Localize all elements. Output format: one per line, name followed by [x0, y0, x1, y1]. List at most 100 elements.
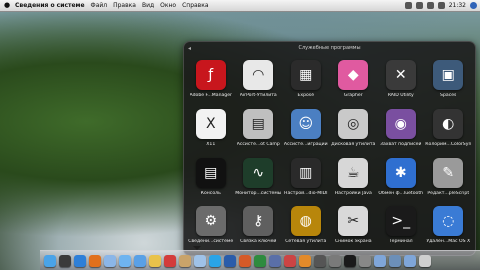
menu-clock[interactable]: 21:32 [449, 0, 466, 11]
app-icon[interactable] [284, 254, 296, 267]
stack-app-label: Связка ключей [240, 239, 277, 245]
stack-app-item[interactable]: >_ Терминал [377, 204, 425, 253]
stack-app-item[interactable]: ◌ Удален...Mac OS X [425, 204, 473, 253]
remote-install-icon: ◌ [433, 206, 464, 237]
system-profiler-icon: ⚙ [195, 206, 226, 237]
dock [40, 250, 480, 270]
skype-icon[interactable] [209, 254, 221, 267]
stack-app-label: Обмен ф...luetooth [378, 190, 424, 196]
app-icon[interactable] [359, 254, 371, 267]
menu-bar: ● Сведения о системе Файл Правка Вид Окн… [0, 0, 480, 12]
stack-app-item[interactable]: ƒ Adobe F...Manager [187, 58, 235, 107]
folder-icon[interactable] [404, 254, 416, 267]
stack-app-item[interactable]: ∿ Монитор...системы [235, 156, 283, 205]
stack-title: Служебные программы [298, 45, 361, 51]
app-icon[interactable] [299, 254, 311, 267]
activity-monitor-icon: ∿ [243, 157, 274, 188]
calendar-icon[interactable] [164, 254, 176, 267]
spotlight-icon[interactable] [470, 2, 477, 9]
stack-app-label: Настройки Java [334, 190, 372, 196]
stack-app-item[interactable]: ✎ Редакт...pleScript [425, 156, 473, 205]
safari-icon[interactable] [74, 254, 86, 267]
stack-app-label: Grapher [343, 93, 363, 98]
stack-app-label: Редакт...pleScript [427, 190, 470, 196]
stack-app-item[interactable]: ▤ Консоль [187, 156, 235, 205]
menu-view[interactable]: Вид [139, 0, 157, 11]
stack-app-label: Консоль [200, 190, 221, 196]
finder-icon[interactable] [44, 254, 56, 267]
expose-icon: ▦ [290, 60, 321, 90]
stack-app-item[interactable]: ⚷ Связка ключей [235, 204, 283, 253]
powerpoint-icon[interactable] [239, 254, 251, 267]
quicktime-icon[interactable] [269, 254, 281, 267]
terminal-icon[interactable] [344, 254, 356, 267]
stack-app-item[interactable]: ✂ Снимок экрана [330, 204, 378, 253]
iphoto-icon[interactable] [149, 254, 161, 267]
stack-app-item[interactable]: ◉ Захват подписей [377, 107, 425, 156]
stack-app-label: Сетевая утилита [285, 239, 327, 245]
apple-menu-icon[interactable]: ● [2, 0, 12, 11]
menu-app-name[interactable]: Сведения о системе [12, 0, 88, 11]
stack-app-item[interactable]: ◆ Grapher [330, 58, 378, 107]
stack-app-item[interactable]: ◎ Дисковая утилита [330, 107, 378, 156]
console-icon: ▤ [195, 157, 226, 188]
stack-app-label: Снимок экрана [334, 239, 372, 245]
folder-icon[interactable] [374, 254, 386, 267]
address-book-icon[interactable] [179, 254, 191, 267]
stack-app-label: Удален...Mac OS X [426, 239, 471, 245]
menu-edit[interactable]: Правка [110, 0, 139, 11]
trash-icon[interactable] [419, 254, 431, 267]
excel-icon[interactable] [254, 254, 266, 267]
stack-app-item[interactable]: ◠ AirPort-Утилита [235, 58, 283, 107]
java-icon: ☕ [338, 157, 369, 188]
utilities-stack-popup: ◂ Служебные программы ƒ Adobe F...Manager… [183, 41, 476, 256]
menu-file[interactable]: Файл [88, 0, 111, 11]
mail-icon[interactable] [104, 254, 116, 267]
stack-app-item[interactable]: ◍ Сетевая утилита [282, 204, 330, 253]
stack-app-item[interactable]: ☕ Настройки Java [330, 156, 378, 205]
bluetooth-icon: ✱ [385, 157, 416, 188]
volume-status-icon[interactable] [426, 2, 434, 9]
stack-app-label: Adobe F...Manager [189, 93, 232, 98]
stack-app-item[interactable]: X X11 [187, 107, 235, 156]
itunes-icon[interactable] [134, 254, 146, 267]
grab-icon: ✂ [338, 206, 369, 237]
stack-app-label: Ассисте...ot Camp [236, 141, 280, 147]
firefox-icon[interactable] [89, 254, 101, 267]
stack-app-item[interactable]: ▥ Настрой...dio-MIDI [282, 156, 330, 205]
flash-icon: ƒ [195, 60, 226, 90]
preview-icon[interactable] [194, 254, 206, 267]
raid-icon: ✕ [385, 60, 416, 90]
airport-icon: ◠ [243, 60, 274, 90]
stack-app-label: Захват подписей [380, 141, 422, 147]
menu-help[interactable]: Справка [179, 0, 211, 11]
menu-window[interactable]: Окно [157, 0, 179, 11]
dashboard-icon[interactable] [59, 254, 71, 267]
migration-icon: ☺ [290, 108, 321, 139]
stack-app-label: Spaces [440, 93, 457, 98]
stack-app-label: Ассисте...играции [283, 141, 328, 147]
keychain-icon: ⚷ [243, 206, 274, 237]
battery-status-icon[interactable] [437, 2, 445, 9]
applescript-icon: ✎ [433, 157, 464, 188]
podcast-capture-icon: ◉ [385, 108, 416, 139]
stack-app-item[interactable]: ▦ Exposé [282, 58, 330, 107]
stack-app-item[interactable]: ☺ Ассисте...играции [282, 107, 330, 156]
utilities-stack-icon[interactable] [389, 254, 401, 267]
stack-app-item[interactable]: ✕ RAID Utility [377, 58, 425, 107]
stack-app-label: AirPort-Утилита [239, 93, 277, 98]
word-icon[interactable] [224, 254, 236, 267]
stack-app-item[interactable]: ✱ Обмен ф...luetooth [377, 156, 425, 205]
stack-app-item[interactable]: ◐ Колорим...ColorSync [425, 107, 473, 156]
app-icon[interactable] [314, 254, 326, 267]
stack-app-label: Сведени...системе [188, 239, 234, 245]
wifi-status-icon[interactable] [415, 2, 423, 9]
stack-app-item[interactable]: ▣ Spaces [425, 58, 473, 107]
bluetooth-status-icon[interactable] [404, 2, 412, 9]
app-icon[interactable] [329, 254, 341, 267]
terminal-icon: >_ [385, 206, 416, 237]
stack-app-label: Колорим...ColorSync [425, 141, 472, 147]
ichat-icon[interactable] [119, 254, 131, 267]
stack-app-item[interactable]: ▤ Ассисте...ot Camp [235, 107, 283, 156]
bootcamp-icon: ▤ [243, 108, 274, 139]
